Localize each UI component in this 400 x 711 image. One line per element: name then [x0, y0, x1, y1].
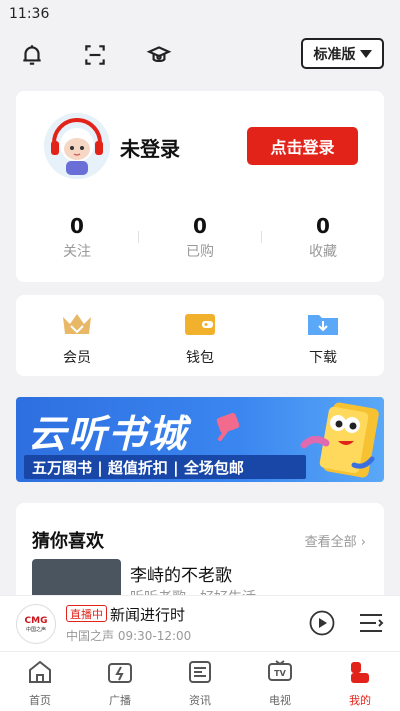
view-all-link[interactable]: 查看全部 › — [305, 531, 366, 550]
tv-icon: TV — [268, 660, 292, 681]
stat-value: 0 — [316, 214, 330, 238]
stat-purchased[interactable]: 0 已购 — [160, 213, 240, 261]
stat-favorites[interactable]: 0 收藏 — [283, 213, 363, 261]
tab-label: 首页 — [29, 694, 51, 707]
svg-text:TV: TV — [274, 669, 286, 678]
divider — [138, 231, 139, 243]
menu-card: 会员 钱包 下载 — [16, 295, 384, 376]
stat-label: 收藏 — [309, 244, 337, 260]
hat-icon[interactable] — [144, 40, 174, 70]
tab-radio[interactable]: 广播 — [90, 658, 150, 708]
mini-player[interactable]: CMG 中国之声 直播中 新闻进行时 中国之声 09:30-12:00 — [0, 595, 400, 651]
edition-dropdown[interactable]: 标准版 — [301, 38, 384, 69]
divider — [261, 231, 262, 243]
stat-label: 关注 — [63, 244, 91, 260]
menu-item-download[interactable]: 下载 — [283, 311, 363, 367]
menu-item-label: 钱包 — [186, 350, 214, 366]
logo-text: CMG — [24, 615, 48, 626]
playlist-icon[interactable] — [358, 610, 384, 636]
tab-label: 资讯 — [189, 694, 211, 707]
edition-label: 标准版 — [313, 46, 356, 63]
profile-icon — [351, 662, 369, 683]
tab-home[interactable]: 首页 — [10, 658, 70, 708]
tab-tv[interactable]: TV 电视 — [250, 658, 310, 708]
username: 未登录 — [120, 137, 180, 161]
status-time: 11:36 — [9, 6, 50, 22]
live-badge: 直播中 — [66, 605, 107, 622]
tab-profile[interactable]: 我的 — [330, 658, 390, 708]
book-mascot-icon — [300, 402, 379, 478]
radio-icon — [108, 663, 132, 683]
download-folder-icon — [307, 311, 339, 337]
tab-label: 我的 — [349, 694, 371, 707]
view-all-label: 查看全部 — [304, 535, 357, 550]
banner-title: 云听书城 — [28, 412, 189, 456]
menu-item-label: 下载 — [309, 350, 337, 366]
crown-icon — [61, 311, 93, 337]
stat-label: 已购 — [186, 244, 214, 260]
chevron-right-icon: › — [360, 535, 366, 550]
tab-bar: 首页 广播 资讯 TV 电视 我的 — [0, 651, 400, 711]
tab-label: 电视 — [269, 694, 291, 707]
avatar[interactable] — [44, 113, 110, 179]
profile-card: 未登录 点击登录 0 关注 0 已购 0 收藏 — [16, 91, 384, 282]
login-button[interactable]: 点击登录 — [247, 127, 358, 165]
menu-item-label: 会员 — [63, 350, 91, 366]
bell-icon[interactable] — [17, 40, 47, 70]
program-subtitle: 中国之声 09:30-12:00 — [66, 629, 192, 643]
status-bar: 11:36 — [0, 0, 400, 28]
program-title: 新闻进行时 — [110, 606, 186, 624]
scan-icon[interactable] — [80, 40, 110, 70]
menu-item-member[interactable]: 会员 — [37, 311, 117, 367]
chevron-down-icon — [359, 49, 372, 58]
wallet-icon — [184, 311, 216, 337]
tab-news[interactable]: 资讯 — [170, 658, 230, 708]
ticket-decoration-icon — [216, 412, 240, 441]
tab-label: 广播 — [109, 694, 131, 707]
menu-item-wallet[interactable]: 钱包 — [160, 311, 240, 367]
top-bar: 标准版 — [0, 30, 400, 78]
stat-value: 0 — [70, 214, 84, 238]
banner-subtitle: 五万图书 | 超值折扣 | 全场包邮 — [24, 455, 306, 479]
home-icon — [29, 660, 51, 683]
bookstore-banner[interactable]: 云听书城 五万图书 | 超值折扣 | 全场包邮 — [16, 397, 384, 482]
news-icon — [189, 661, 211, 683]
stat-following[interactable]: 0 关注 — [37, 213, 117, 261]
stat-value: 0 — [193, 214, 207, 238]
station-logo: CMG 中国之声 — [16, 604, 56, 644]
recommend-item-title[interactable]: 李峙的不老歌 — [130, 561, 232, 586]
logo-sub: 中国之声 — [25, 626, 46, 633]
recommend-title: 猜你喜欢 — [32, 531, 104, 552]
play-icon[interactable] — [309, 610, 335, 636]
